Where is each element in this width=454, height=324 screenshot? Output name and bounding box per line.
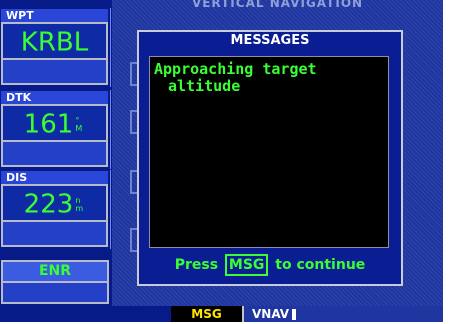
- dialog-title: MESSAGES: [230, 33, 310, 48]
- flight-phase-annunciator: ENR: [1, 260, 109, 283]
- field-desired-track[interactable]: DTK 161 ° M: [0, 90, 111, 169]
- dis-value: 223: [23, 189, 74, 220]
- vnav-label: VNAV: [252, 307, 290, 321]
- field-value-dis: 223 n m: [1, 184, 108, 222]
- field-label-wpt: WPT: [1, 9, 108, 22]
- field-value-dtk: 161 ° M: [1, 104, 108, 142]
- msg-key-hint[interactable]: MSG: [224, 254, 269, 276]
- field-spacer: [1, 60, 108, 85]
- dtk-unit: ° M: [75, 116, 85, 133]
- msg-annunciator[interactable]: MSG: [171, 306, 242, 322]
- field-waypoint[interactable]: WPT KRBL: [0, 8, 111, 87]
- data-field-panel: WPT KRBL DTK 161 ° M DIS 223 n m ENR: [0, 0, 112, 306]
- message-line-1: Approaching target: [154, 60, 317, 78]
- dtk-value: 161: [23, 109, 74, 140]
- field-label-dtk: DTK: [1, 91, 108, 104]
- field-value-wpt: KRBL: [1, 22, 108, 60]
- dis-unit: nm: [75, 196, 85, 213]
- message-list[interactable]: Approaching target altitude: [149, 56, 389, 248]
- waypoint-value: KRBL: [20, 27, 89, 58]
- message-line-2: altitude: [168, 77, 241, 95]
- page-title: VERTICAL NAVIGATION: [191, 0, 364, 10]
- vnav-annunciator: VNAV: [244, 306, 443, 322]
- cursor-block-icon: [292, 309, 297, 320]
- field-spacer: [1, 222, 108, 247]
- dialog-instruction: Press MSG to continue: [139, 250, 401, 280]
- instruction-prefix: Press: [174, 257, 219, 273]
- gps-screen: VERTICAL NAVIGATION WPT KRBL DTK 161 ° M D…: [0, 0, 454, 324]
- dis-unit-bottom: m: [75, 203, 84, 213]
- dtk-unit-bottom: M: [75, 123, 83, 133]
- field-spacer: [1, 142, 108, 167]
- status-bar: MSG VNAV: [0, 306, 443, 322]
- field-spacer: [1, 283, 109, 304]
- messages-dialog: MESSAGES Approaching target altitude Pre…: [137, 30, 403, 286]
- instruction-suffix: to continue: [275, 257, 366, 273]
- field-distance[interactable]: DIS 223 n m: [0, 170, 111, 249]
- field-label-dis: DIS: [1, 171, 108, 184]
